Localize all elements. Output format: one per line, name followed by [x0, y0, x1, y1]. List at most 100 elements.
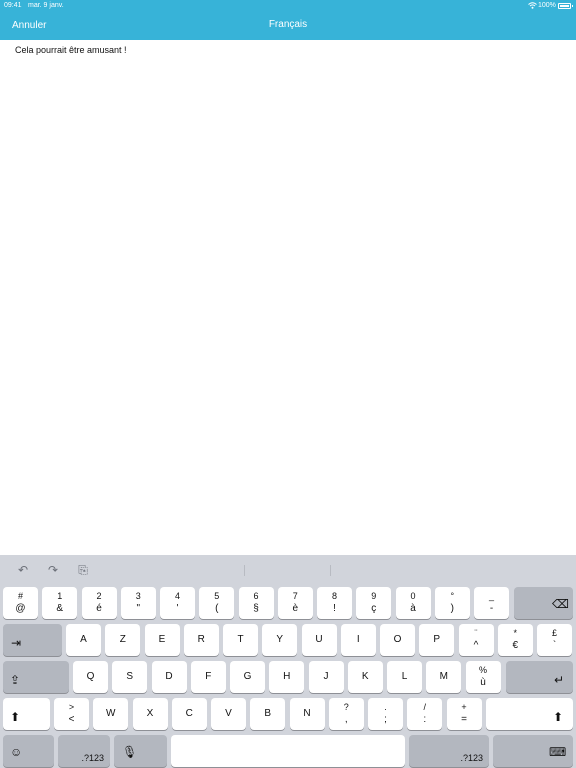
caps-lock-icon: ⇪ [10, 673, 21, 687]
key[interactable]: K [347, 661, 383, 693]
key-top-label: 5 [214, 591, 220, 601]
key[interactable]: 1 & [42, 587, 78, 619]
caps-lock-key[interactable]: ⇪ [3, 661, 69, 693]
key-top-label: 4 [174, 591, 180, 601]
key-label: F [205, 671, 212, 682]
return-key[interactable]: ↵ [506, 661, 573, 693]
key[interactable]: G [230, 661, 265, 693]
key[interactable]: 7è [277, 587, 313, 619]
key[interactable]: ¨ ^ [458, 624, 494, 656]
key-label: .?123 [81, 753, 104, 763]
key-top-label: # [17, 591, 23, 601]
shift-key-left[interactable]: ⬆ [3, 698, 50, 730]
shortcut-divider [244, 565, 245, 576]
space-bar[interactable] [171, 735, 405, 767]
tab-key[interactable]: ⇥ [3, 624, 62, 656]
key[interactable]: V [211, 698, 246, 730]
key-label: T [237, 634, 244, 645]
key[interactable]: U [301, 624, 337, 656]
key[interactable]: ?, [328, 698, 364, 730]
dictation-key[interactable]: 🎙 [114, 735, 167, 767]
key[interactable]: .; [368, 698, 403, 730]
key-bottom-label: ç [371, 603, 377, 614]
emoji-key[interactable]: ☺ [3, 735, 54, 767]
key[interactable]: S [112, 661, 148, 693]
key-bottom-label: - [489, 603, 494, 614]
key[interactable]: % ù [465, 661, 501, 693]
key[interactable]: £ ` [537, 624, 572, 656]
numbers-key-right[interactable]: .?123 [409, 735, 489, 767]
key[interactable]: N [289, 698, 325, 730]
key[interactable]: X [132, 698, 168, 730]
shift-key-right[interactable]: ⬆ [486, 698, 573, 730]
key[interactable]: D [151, 661, 187, 693]
key[interactable]: O [380, 624, 415, 656]
status-time: 09:41 [4, 2, 22, 9]
key[interactable]: L [387, 661, 422, 693]
redo-icon[interactable]: ↷ [46, 563, 60, 577]
key[interactable]: 3 " [120, 587, 156, 619]
key[interactable]: 6 § [238, 587, 274, 619]
key[interactable]: 5( [199, 587, 235, 619]
key[interactable]: 9ç [356, 587, 392, 619]
key[interactable]: W [93, 698, 129, 730]
key[interactable]: /: [407, 698, 443, 730]
key-top-label: * [513, 628, 517, 638]
key[interactable]: M [426, 661, 462, 693]
key-top-label: . [384, 702, 387, 712]
delete-key[interactable]: ⌫ [514, 587, 573, 619]
key-top-label: 6 [253, 591, 259, 601]
text-editor[interactable]: Cela pourrait être amusant ! [0, 40, 576, 555]
key-top-label: 8 [331, 591, 337, 601]
key[interactable]: 2é [81, 587, 117, 619]
key-label: Q [86, 671, 95, 682]
key[interactable]: R [183, 624, 219, 656]
key[interactable]: E [144, 624, 180, 656]
key-label: B [264, 708, 272, 719]
key[interactable]: A [66, 624, 101, 656]
key[interactable]: 4 ' [160, 587, 195, 619]
key[interactable]: °) [434, 587, 470, 619]
return-icon: ↵ [554, 673, 565, 687]
key[interactable]: B [250, 698, 286, 730]
undo-icon[interactable]: ↶ [16, 563, 30, 577]
key[interactable]: Y [262, 624, 298, 656]
key-bottom-label: & [56, 603, 64, 614]
key[interactable]: P [419, 624, 455, 656]
key-label: O [393, 634, 402, 645]
key-label: K [361, 671, 369, 682]
numbers-key-left[interactable]: .?123 [58, 735, 110, 767]
key[interactable]: + = [446, 698, 482, 730]
emoji-icon: ☺ [10, 745, 23, 759]
key-label: R [197, 634, 205, 645]
keyboard: ↶ ↷ ⎘ # @1 & 2 é 3 " 4 ' 5(6 § 7 è 8! 9 ç 0 à °) _ - ⌫ ⇥ A Z E R T Y U I… [0, 555, 576, 768]
key[interactable]: F [190, 661, 226, 693]
key-label: C [185, 708, 193, 719]
key-label: G [243, 671, 252, 682]
key[interactable]: I [340, 624, 376, 656]
key[interactable]: T [223, 624, 258, 656]
key[interactable]: > < [54, 698, 89, 730]
delete-icon: ⌫ [552, 597, 569, 611]
page-title: Français [268, 19, 308, 30]
key[interactable]: J [308, 661, 344, 693]
key[interactable]: Z [105, 624, 141, 656]
key[interactable]: * € [497, 624, 533, 656]
key[interactable]: Q [73, 661, 108, 693]
key[interactable]: H [269, 661, 305, 693]
key[interactable]: 8! [317, 587, 352, 619]
key[interactable]: C [171, 698, 207, 730]
hide-keyboard-key[interactable]: ⌨ [493, 735, 573, 767]
key-label: J [323, 671, 329, 682]
key-top-label: 9 [371, 591, 377, 601]
key-bottom-label: § [253, 603, 259, 614]
key[interactable]: 0à [395, 587, 431, 619]
paste-icon[interactable]: ⎘ [76, 563, 90, 577]
key-label: P [433, 634, 441, 645]
wifi-icon [528, 2, 537, 9]
key[interactable]: # @ [3, 587, 38, 619]
key[interactable]: _ - [474, 587, 509, 619]
key-bottom-label: < [68, 714, 75, 725]
key-top-label: 2 [96, 591, 102, 601]
key-bottom-label: ` [552, 640, 557, 651]
